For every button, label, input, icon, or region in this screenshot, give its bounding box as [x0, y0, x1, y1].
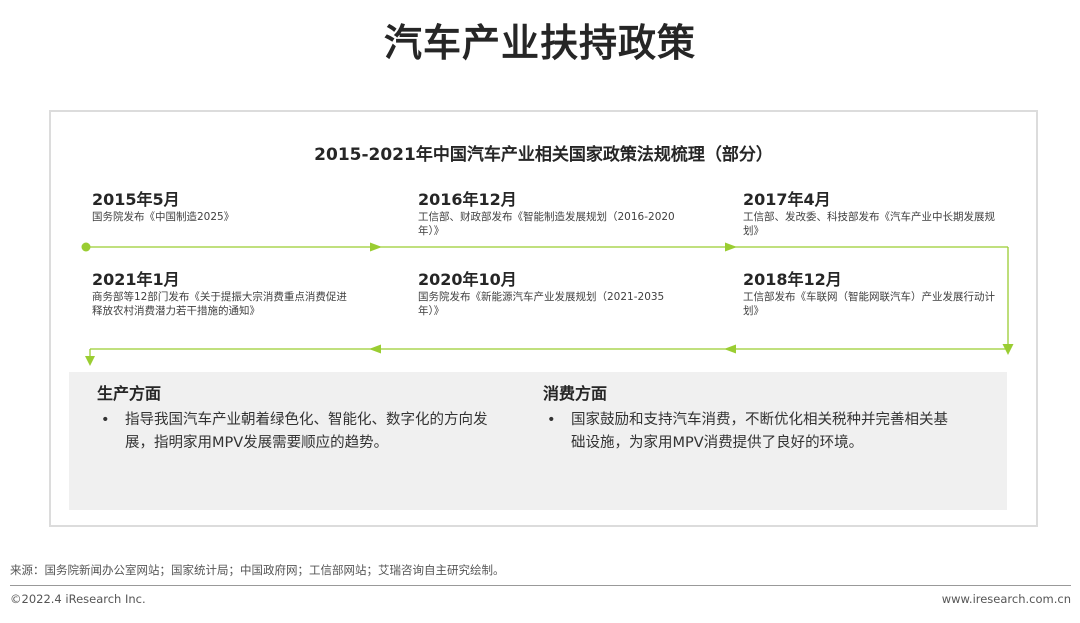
arrow-down-icon: [85, 356, 95, 366]
aspect-heading: 生产方面: [97, 384, 162, 403]
copyright: ©2022.4 iResearch Inc.: [10, 592, 146, 606]
arrow-left-icon: [724, 344, 736, 354]
website-link[interactable]: www.iresearch.com.cn: [942, 592, 1071, 606]
bullet-icon: •: [547, 412, 556, 428]
footer-divider: [10, 585, 1071, 586]
arrow-left-icon: [369, 344, 381, 354]
source-note: 来源：国务院新闻办公室网站；国家统计局；中国政府网；工信部网站；艾瑞咨询自主研究…: [10, 563, 505, 577]
aspect-text: 指导我国汽车产业朝着绿色化、智能化、数字化的方向发展，指明家用MPV发展需要顺应…: [125, 412, 488, 451]
aspect-bullet-item: • 指导我国汽车产业朝着绿色化、智能化、数字化的方向发展，指明家用MPV发展需要…: [97, 409, 507, 455]
arrow-right-icon: [725, 242, 737, 252]
timeline-flow-path: [81, 242, 1014, 366]
production-aspect: 生产方面 • 指导我国汽车产业朝着绿色化、智能化、数字化的方向发展，指明家用MP…: [97, 384, 507, 455]
aspect-bullet-item: • 国家鼓励和支持汽车消费，不断优化相关税种并完善相关基础设施，为家用MPV消费…: [543, 409, 953, 455]
arrow-right-icon: [370, 242, 382, 252]
aspect-text: 国家鼓励和支持汽车消费，不断优化相关税种并完善相关基础设施，为家用MPV消费提供…: [571, 412, 948, 451]
bullet-icon: •: [101, 412, 110, 428]
consumption-aspect: 消费方面 • 国家鼓励和支持汽车消费，不断优化相关税种并完善相关基础设施，为家用…: [543, 384, 953, 455]
aspect-heading: 消费方面: [543, 384, 608, 403]
summary-box: 生产方面 • 指导我国汽车产业朝着绿色化、智能化、数字化的方向发展，指明家用MP…: [69, 372, 1007, 510]
timeline-start-dot: [81, 242, 91, 252]
